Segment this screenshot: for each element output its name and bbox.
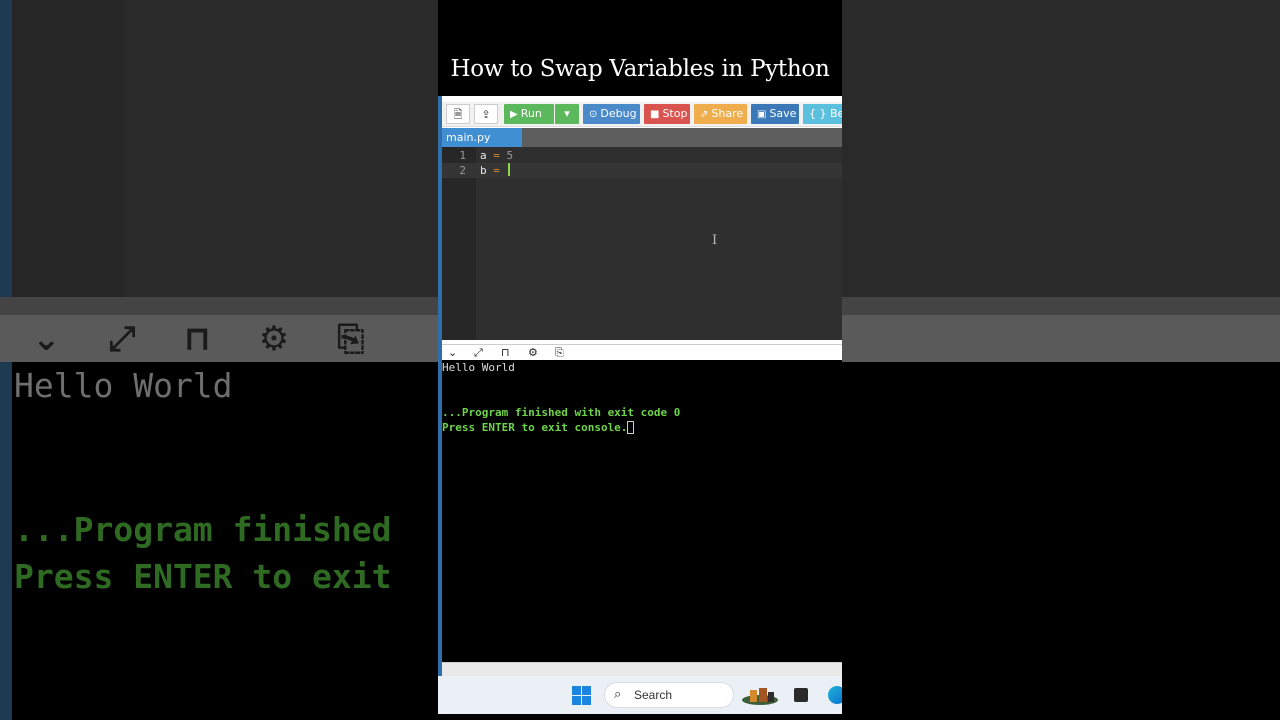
beautify-label: { } Bea (809, 107, 842, 120)
debug-button[interactable]: ⊙ Debug (583, 104, 640, 124)
text-cursor (507, 163, 510, 176)
save-label: Save (769, 107, 797, 120)
backdrop-line-gutter (12, 0, 124, 297)
code-value: 5 (506, 149, 514, 162)
win-square (582, 696, 591, 705)
edge-browser-icon[interactable] (828, 686, 842, 704)
upload-button[interactable]: ⇪ (474, 104, 498, 124)
code-var: a (480, 149, 487, 162)
code-line: 1 a = 5 (442, 148, 842, 163)
file-explorer-icon[interactable] (794, 688, 808, 702)
layout-icon[interactable]: ⊓ (501, 345, 510, 361)
line-number: 2 (459, 164, 466, 177)
taskbar-search[interactable]: ⌕ Search (604, 682, 734, 708)
file-icon: 🗎 (453, 108, 463, 121)
windows-taskbar: ⌕ Search (438, 676, 842, 714)
online-ide: 🗎 ⇪ ▶ Run ▾ ⊙ Debug ■ Stop ⇗ Share ▣ Save { }… (438, 96, 842, 677)
save-icon: ▣ (757, 109, 767, 120)
chevron-down-icon: ⌄ (32, 318, 61, 359)
code-line-active: 2 b = (442, 163, 842, 178)
stop-button[interactable]: ■ Stop (644, 104, 690, 124)
search-icon: ⌕ (614, 687, 622, 702)
code-editor[interactable]: 1 a = 5 2 b = I (442, 147, 842, 340)
stop-label: Stop (662, 107, 688, 120)
backdrop-console-gutter (0, 362, 12, 720)
share-button[interactable]: ⇗ Share (694, 104, 747, 124)
video-title: How to Swap Variables in Python (450, 56, 830, 82)
clipboard-icon: ⎘ (337, 318, 365, 359)
debug-label: Debug (600, 107, 637, 120)
console-prompt-text: Press ENTER to exit console. (442, 421, 628, 434)
caret-down-icon: ▾ (564, 107, 570, 120)
ide-left-accent (438, 96, 442, 676)
win-square (572, 686, 581, 695)
layout-icon: ⊓ (183, 318, 211, 359)
backdrop-gutter (0, 0, 12, 297)
run-dropdown-button[interactable]: ▾ (555, 104, 579, 124)
console-finished-line: ...Program finished with exit code 0 (442, 406, 681, 419)
console-toolbar: ⌄ ⤢ ⊓ ⚙ ⎘ (442, 344, 842, 361)
chevron-down-icon[interactable]: ⌄ (448, 345, 457, 361)
play-icon: ▶ (510, 109, 518, 120)
console-output-line: Hello World (442, 361, 515, 374)
video-frame: How to Swap Variables in Python 🗎 ⇪ ▶ Run… (438, 0, 842, 720)
ibeam-cursor-icon: I (712, 233, 718, 248)
backdrop-prompt: Press ENTER to exit (14, 557, 392, 596)
share-icon: ⇗ (700, 109, 709, 120)
console-prompt-line: Press ENTER to exit console. (442, 420, 635, 435)
code-op: = (493, 149, 500, 162)
code-text: a = 5 (480, 148, 513, 163)
widgets-icon[interactable] (740, 686, 780, 706)
line-number: 1 (459, 149, 466, 162)
stop-icon: ■ (650, 109, 660, 120)
code-var: b (480, 164, 487, 177)
expand-icon: ⤢ (108, 318, 136, 359)
run-label: Run (520, 107, 542, 120)
clipboard-icon[interactable]: ⎘ (555, 345, 564, 361)
run-button[interactable]: ▶ Run (504, 104, 554, 124)
windows-start-icon[interactable] (572, 686, 591, 705)
tab-main-py[interactable]: main.py (442, 128, 522, 147)
search-label: Search (634, 688, 673, 702)
win-square (582, 686, 591, 695)
gear-icon[interactable]: ⚙ (528, 345, 538, 361)
backdrop-output: Hello World (14, 366, 233, 405)
file-tabs: main.py (442, 128, 842, 147)
save-button[interactable]: ▣ Save (751, 104, 799, 124)
backdrop-icons: ⌄ ⤢ ⊓ ⚙ ⎘ (12, 315, 440, 362)
beautify-button[interactable]: { } Bea (803, 104, 842, 124)
gear-icon: ⚙ (258, 318, 290, 359)
new-file-button[interactable]: 🗎 (446, 104, 470, 124)
backdrop-finished: ...Program finished (14, 510, 392, 549)
console-output[interactable]: Hello World ...Program finished with exi… (442, 360, 842, 662)
expand-icon[interactable]: ⤢ (474, 345, 483, 361)
console-cursor (627, 421, 635, 434)
upload-icon: ⇪ (481, 108, 491, 121)
ide-toolbar: 🗎 ⇪ ▶ Run ▾ ⊙ Debug ■ Stop ⇗ Share ▣ Save { }… (438, 102, 842, 127)
share-label: Share (711, 107, 744, 120)
code-op: = (493, 164, 500, 177)
horizontal-scrollbar[interactable] (442, 662, 842, 677)
code-text: b = (480, 163, 510, 178)
win-square (572, 696, 581, 705)
debug-icon: ⊙ (589, 109, 598, 120)
